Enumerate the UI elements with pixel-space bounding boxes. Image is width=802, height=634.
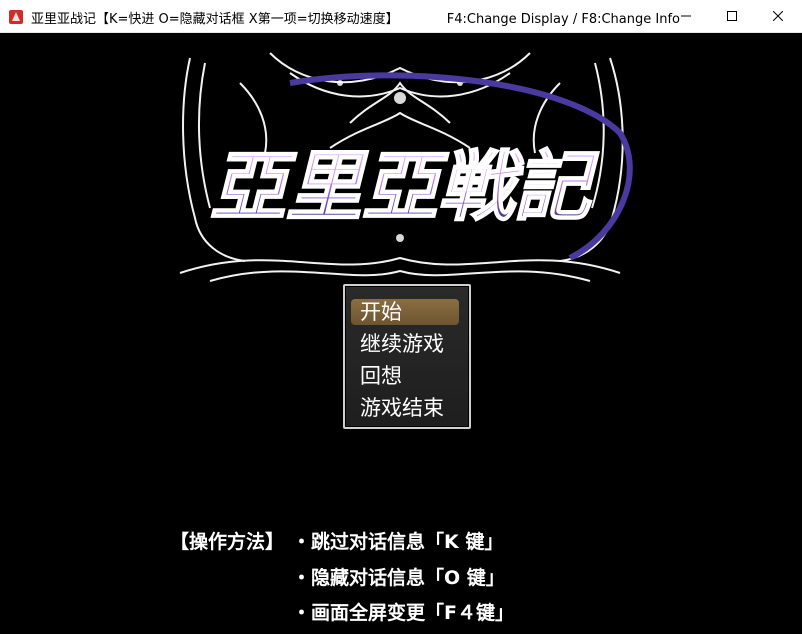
logo-text: 亞里亞戦記 (210, 142, 599, 231)
controls-heading: 【操作方法】 (170, 531, 285, 553)
controls-line-skip: ・跳过对话信息「K 键」 (292, 531, 504, 553)
maximize-icon (727, 11, 737, 21)
game-screen: 亞里亞戦記 开始 继续游戏 回想 游戏结束 【操作方法】 ・跳过对话信息「K 键… (0, 33, 802, 634)
rpg-maker-icon (8, 9, 24, 25)
menu-item-continue[interactable]: 继续游戏 (351, 331, 459, 357)
minimize-button[interactable] (663, 0, 709, 32)
close-icon (773, 11, 783, 21)
menu-item-start[interactable]: 开始 (351, 299, 459, 325)
menu-item-recollection[interactable]: 回想 (351, 363, 459, 389)
minimize-icon (681, 15, 691, 17)
controls-line-fullscreen: ・画面全屏变更「F４键」 (292, 602, 514, 624)
title-command-menu: 开始 继续游戏 回想 游戏结束 (343, 284, 471, 429)
window-subtitle: F4:Change Display / F8:Change Info (446, 12, 680, 27)
window-title-text: 亚里亚战记【K=快进 O=隐藏对话框 X第一项=切换移动速度】 (31, 12, 399, 27)
close-button[interactable] (755, 0, 801, 32)
controls-line-hide: ・隐藏对话信息「O 键」 (292, 567, 505, 589)
window-titlebar: 亚里亚战记【K=快进 O=隐藏对话框 X第一项=切换移动速度】 F4:Chang… (0, 0, 802, 33)
window-title: 亚里亚战记【K=快进 O=隐藏对话框 X第一项=切换移动速度】 F4:Chang… (31, 8, 680, 27)
menu-item-exit[interactable]: 游戏结束 (351, 395, 459, 421)
maximize-button[interactable] (709, 0, 755, 32)
game-title-logo: 亞里亞戦記 (179, 52, 633, 282)
